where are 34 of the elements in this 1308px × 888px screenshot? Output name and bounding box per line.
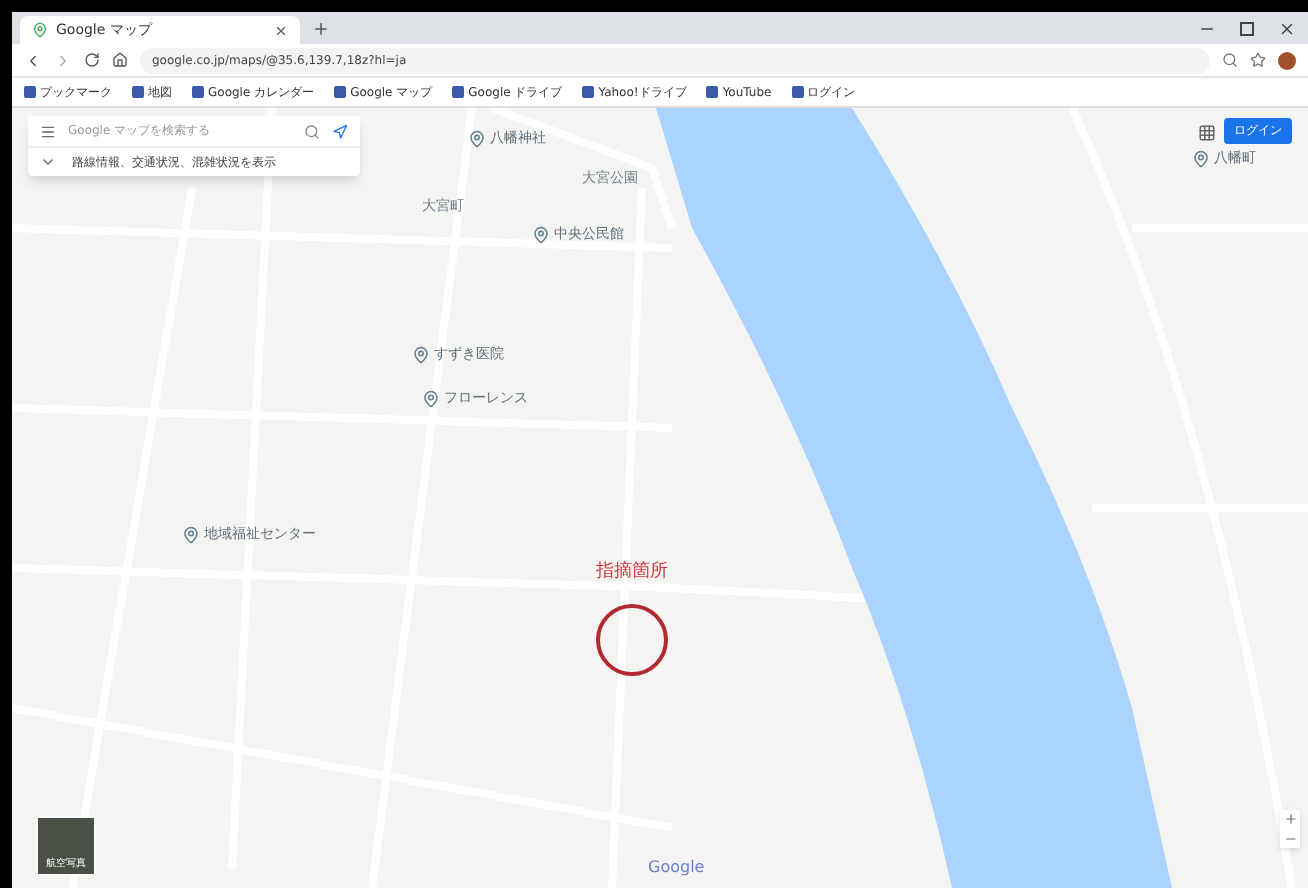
maximize-icon[interactable] (1240, 22, 1254, 36)
star-icon[interactable] (1250, 52, 1266, 68)
map-pin-icon (468, 129, 486, 148)
bookmark-icon (582, 86, 595, 98)
circle-mark (596, 603, 668, 675)
close-icon[interactable] (1278, 20, 1296, 38)
new-tab-icon[interactable] (312, 20, 330, 38)
bookmark-icon (452, 86, 465, 98)
profile-avatar[interactable] (1278, 51, 1296, 69)
menu-icon[interactable] (40, 123, 56, 139)
bookmark-icon (192, 86, 204, 98)
map-pin-icon (1192, 149, 1210, 168)
directions-icon[interactable] (332, 123, 348, 139)
map-pin-icon (422, 389, 440, 408)
bookmark-icon (24, 86, 36, 98)
map-pin-icon (32, 22, 48, 38)
map-pin-icon (412, 345, 430, 364)
apps-icon[interactable] (1198, 124, 1216, 142)
close-icon[interactable] (274, 23, 288, 37)
google-logo: Google (648, 856, 705, 880)
chevron-icon[interactable] (40, 154, 56, 170)
back-icon[interactable] (24, 51, 42, 69)
zoom-in-icon[interactable] (1283, 812, 1297, 826)
bookmark-icon (132, 86, 144, 98)
map-pin-icon (532, 225, 550, 244)
reload-icon[interactable] (84, 52, 100, 68)
bookmark-icon (706, 86, 719, 98)
bookmark-icon (334, 86, 347, 98)
marker-label: 指摘箇所 (596, 560, 668, 586)
home-icon[interactable] (112, 52, 128, 68)
bookmark-icon (791, 86, 804, 98)
map-pin-icon (182, 525, 200, 544)
search-icon[interactable] (1222, 52, 1238, 68)
search-icon[interactable] (304, 123, 320, 139)
